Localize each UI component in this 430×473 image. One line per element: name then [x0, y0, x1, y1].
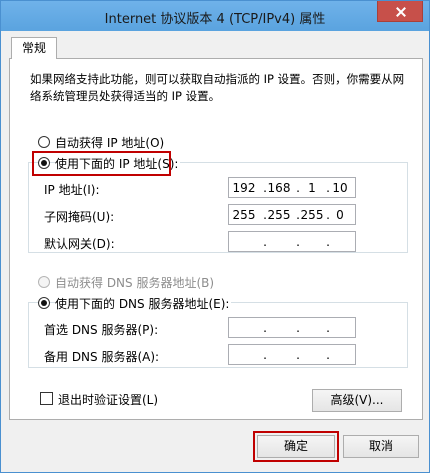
- validate-settings-checkbox[interactable]: [40, 392, 53, 405]
- close-button[interactable]: [377, 1, 423, 22]
- radio-auto-dns[interactable]: [38, 276, 50, 288]
- ip-address-input[interactable]: 192 . 168 . 1 . 10: [228, 177, 356, 198]
- alternate-dns-input[interactable]: . . .: [228, 344, 356, 365]
- default-gateway-label: 默认网关(D):: [44, 237, 115, 251]
- ip-address-label: IP 地址(I):: [44, 183, 100, 197]
- advanced-button[interactable]: 高级(V)...: [312, 389, 402, 412]
- default-gateway-input[interactable]: . . .: [228, 231, 356, 252]
- cancel-button[interactable]: 取消: [343, 435, 419, 458]
- radio-auto-ip[interactable]: [38, 136, 50, 148]
- radio-manual-dns-label[interactable]: 使用下面的 DNS 服务器地址(E):: [55, 295, 232, 312]
- description-line-2: 络系统管理员处获得适当的 IP 设置。: [30, 89, 221, 103]
- tab-general[interactable]: 常规: [11, 37, 57, 59]
- tab-panel-general: 如果网络支持此功能，则可以获取自动指派的 IP 设置。否则，你需要从网 络系统管…: [9, 58, 423, 420]
- radio-manual-dns[interactable]: [38, 297, 50, 309]
- highlight-ok-button: [253, 431, 339, 462]
- subnet-mask-input[interactable]: 255 . 255 . 255 . 0: [228, 204, 356, 225]
- preferred-dns-input[interactable]: . . .: [228, 317, 356, 338]
- dialog-window: Internet 协议版本 4 (TCP/IPv4) 属性 常规 如果网络支持此…: [0, 0, 430, 473]
- description-line-1: 如果网络支持此功能，则可以获取自动指派的 IP 设置。否则，你需要从网: [30, 72, 405, 86]
- highlight-manual-ip: [32, 151, 171, 176]
- radio-auto-dns-label[interactable]: 自动获得 DNS 服务器地址(B): [55, 274, 214, 291]
- radio-auto-ip-label[interactable]: 自动获得 IP 地址(O): [55, 134, 164, 151]
- title-bar[interactable]: Internet 协议版本 4 (TCP/IPv4) 属性: [1, 1, 429, 31]
- preferred-dns-label: 首选 DNS 服务器(P):: [44, 323, 159, 337]
- alternate-dns-label: 备用 DNS 服务器(A):: [44, 350, 160, 364]
- window-title: Internet 协议版本 4 (TCP/IPv4) 属性: [104, 12, 326, 27]
- subnet-mask-label: 子网掩码(U):: [44, 210, 115, 224]
- validate-settings-label[interactable]: 退出时验证设置(L): [58, 391, 158, 408]
